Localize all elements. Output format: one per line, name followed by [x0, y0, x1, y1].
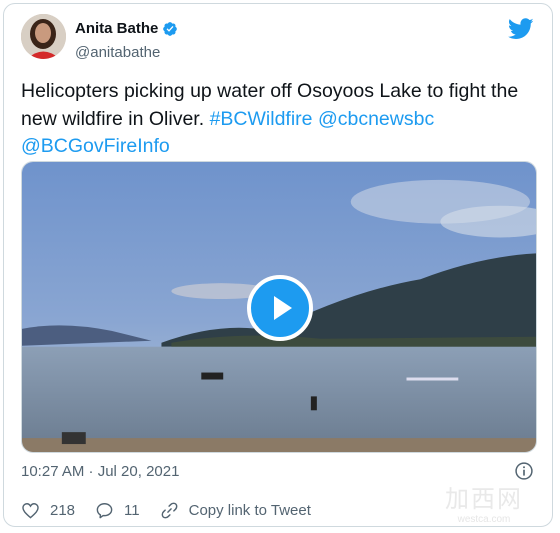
- mention-link[interactable]: @cbcnewsbc: [318, 108, 434, 130]
- author-name-row[interactable]: Anita Bathe: [75, 20, 178, 37]
- tweet-actions: 218 11 Copy link to Tweet: [21, 501, 331, 520]
- reply-button[interactable]: 11: [95, 501, 140, 520]
- author-handle[interactable]: @anitabathe: [75, 44, 160, 61]
- video-player[interactable]: [21, 161, 537, 453]
- like-count: 218: [50, 502, 76, 519]
- watermark-domain: westca.com: [457, 514, 511, 525]
- copy-link-button[interactable]: Copy link to Tweet: [160, 501, 311, 520]
- twitter-bird-icon[interactable]: [508, 18, 534, 40]
- author-display-name[interactable]: Anita Bathe: [75, 20, 158, 37]
- mention-link[interactable]: @BCGovFireInfo: [21, 135, 170, 157]
- tweet-timestamp[interactable]: 10:27 AM · Jul 20, 2021: [21, 463, 179, 480]
- like-button[interactable]: 218: [21, 501, 75, 520]
- hashtag-link[interactable]: #BCWildfire: [210, 108, 313, 130]
- heart-icon: [22, 503, 39, 519]
- verified-badge-icon: [163, 21, 178, 36]
- avatar[interactable]: [21, 14, 66, 59]
- reply-count: 11: [124, 502, 140, 519]
- play-button[interactable]: [247, 275, 313, 341]
- info-icon[interactable]: [514, 461, 534, 481]
- watermark: 加西网 westca.com: [429, 479, 539, 525]
- tweet-text: Helicopters picking up water off Osoyoos…: [21, 78, 541, 161]
- watermark-logo: 加西网: [445, 485, 523, 513]
- copy-link-label: Copy link to Tweet: [188, 502, 311, 519]
- reply-bubble-icon: [96, 503, 113, 519]
- play-icon: [274, 296, 292, 320]
- tweet-card: Anita Bathe @anitabathe Helicopters pick…: [3, 3, 553, 527]
- link-icon: [161, 502, 177, 519]
